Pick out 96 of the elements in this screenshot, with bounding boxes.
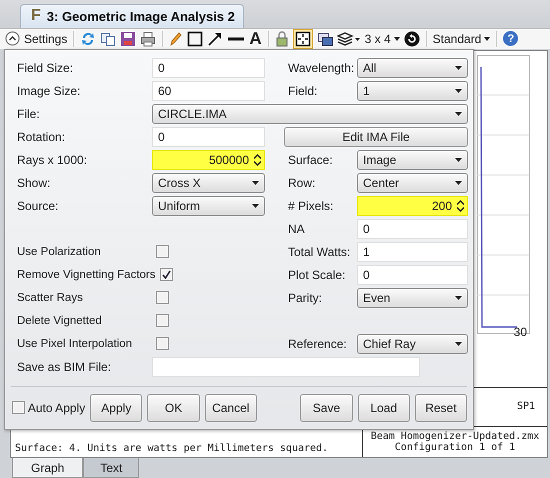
field-label: Wavelength: — [288, 60, 356, 75]
dropdown[interactable]: All — [357, 58, 468, 78]
caret-icon — [455, 296, 462, 300]
caret-icon — [455, 88, 462, 93]
layout-dropdown[interactable]: 3 x 4 — [364, 32, 400, 46]
field-label: Save as BIM File: — [17, 360, 112, 374]
view-tab[interactable]: Text — [83, 458, 140, 478]
field-label: # Pixels: — [288, 198, 334, 213]
text-field[interactable]: 60 — [152, 80, 265, 101]
caret-icon — [455, 66, 462, 70]
mode-dropdown[interactable]: Standard — [432, 32, 490, 46]
field-label: Plot Scale: — [288, 268, 346, 282]
dropdown[interactable]: 1 — [357, 80, 468, 101]
dialog-button[interactable]: Load — [358, 394, 410, 422]
window-tab[interactable]: F 3: Geometric Image Analysis 2 — [20, 4, 244, 28]
caret-icon — [394, 36, 400, 41]
checkbox[interactable] — [156, 337, 169, 350]
configuration-text: Configuration 1 of 1 — [394, 442, 516, 453]
checkbox[interactable] — [12, 401, 25, 414]
dropdown[interactable]: Chief Ray — [357, 334, 468, 354]
rotate-icon[interactable] — [404, 30, 420, 47]
print-icon[interactable] — [140, 30, 156, 47]
dialog-button[interactable]: OK — [147, 394, 200, 422]
caret-icon — [484, 36, 490, 41]
field-label: Row: — [288, 176, 316, 190]
pencil-icon[interactable] — [169, 30, 184, 47]
dropdown[interactable]: Cross X — [152, 172, 265, 193]
edit-file-button[interactable]: Edit IMA File — [284, 126, 468, 147]
checkbox[interactable] — [156, 291, 169, 304]
arrow-icon[interactable] — [207, 30, 224, 47]
text-field[interactable]: 0 — [152, 58, 265, 78]
dialog-button[interactable]: Reset — [414, 394, 467, 422]
dropdown[interactable]: Uniform — [152, 196, 265, 216]
text-field[interactable]: 0 — [152, 126, 265, 147]
spin-field[interactable]: 200 — [357, 196, 468, 216]
surface-note: Surface: 4. Units are watts per Millimeters squared. — [14, 442, 330, 456]
text-field[interactable] — [152, 356, 420, 377]
view-tab[interactable]: Graph — [12, 458, 84, 478]
dropdown[interactable]: Image — [357, 150, 468, 170]
field-label: Surface: — [288, 152, 334, 167]
rectangle-icon[interactable] — [187, 30, 204, 47]
settings-toggle[interactable]: Settings — [24, 32, 68, 46]
window-icon[interactable] — [316, 30, 333, 47]
field-label: Delete Vignetted — [17, 314, 103, 327]
field-label: Use Pixel Interpolation — [17, 338, 134, 350]
caret-icon — [455, 112, 462, 116]
checkbox-label: Auto Apply — [28, 400, 86, 415]
field-label: Reference: — [288, 336, 348, 351]
lock-icon[interactable] — [274, 30, 289, 47]
caret-icon — [455, 180, 462, 185]
grid-toggle[interactable] — [292, 28, 313, 49]
dropdown[interactable]: CIRCLE.IMA — [152, 104, 468, 124]
text-field[interactable]: 0 — [357, 218, 468, 239]
text-tool[interactable]: A — [249, 30, 262, 48]
dropdown[interactable]: Center — [357, 172, 468, 193]
dropdown[interactable]: Even — [357, 288, 468, 308]
field-label: Remove Vignetting Factors — [17, 268, 156, 281]
field-label: Scatter Rays — [17, 292, 84, 304]
file-name: Beam Homogenizer-Updated.zmx — [370, 430, 540, 442]
caret-icon — [252, 204, 259, 208]
window-title: 3: Geometric Image Analysis 2 — [46, 8, 235, 24]
spinner-icon[interactable] — [254, 154, 261, 166]
field-label: File: — [17, 106, 41, 121]
field-label: Use Polarization — [17, 246, 102, 258]
dialog-button[interactable]: Save — [300, 394, 353, 422]
app-logo: F — [31, 7, 41, 26]
field-label: Field Size: — [17, 60, 74, 75]
field-label: Source: — [17, 198, 60, 213]
refresh-icon[interactable] — [80, 30, 96, 47]
dialog-button[interactable]: Cancel — [204, 394, 257, 422]
caret-icon — [252, 180, 259, 185]
field-label: Total Watts: — [288, 244, 352, 259]
field-label: Show: — [17, 176, 52, 190]
save-icon[interactable] — [120, 30, 136, 47]
text-field[interactable]: 0 — [357, 264, 468, 285]
field-label: NA — [288, 222, 306, 236]
checkbox[interactable] — [156, 314, 169, 328]
spin-field[interactable]: 500000 — [152, 150, 265, 170]
help-button[interactable]: ? — [503, 31, 518, 46]
checkbox[interactable] — [156, 245, 169, 258]
caret-icon — [455, 342, 462, 346]
collapse-icon[interactable] — [5, 31, 20, 46]
axis-tick-label: 30 — [514, 324, 527, 339]
field-label: Rotation: — [17, 130, 66, 144]
dialog-button[interactable]: Apply — [90, 394, 142, 422]
field-label: Image Size: — [17, 84, 82, 98]
caret-icon — [455, 158, 462, 162]
copy-icon[interactable] — [100, 30, 116, 47]
spinner-icon[interactable] — [457, 200, 464, 212]
text-field[interactable]: 1 — [357, 242, 468, 262]
field-label: Rays x 1000: — [17, 152, 88, 167]
field-label: Field: — [288, 84, 318, 98]
info-text: SP1 — [516, 401, 535, 412]
layers-icon[interactable] — [336, 30, 361, 47]
checkbox[interactable] — [160, 268, 172, 282]
field-label: Parity: — [288, 290, 324, 305]
